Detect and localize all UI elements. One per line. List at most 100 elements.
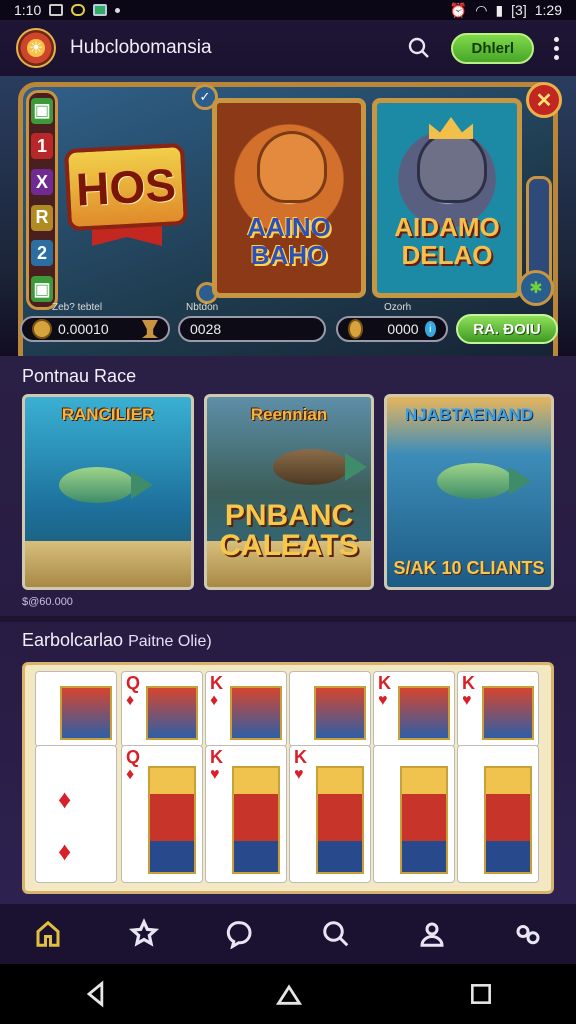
more-notifications-icon	[115, 7, 121, 13]
balance-label-two: Nbtdon	[186, 302, 219, 313]
jackpot-footnote: $@60.000	[22, 596, 73, 608]
message-notification-icon	[93, 4, 108, 16]
image-notification-icon	[49, 4, 64, 16]
info-icon[interactable]: i	[424, 321, 436, 337]
user-icon	[420, 922, 444, 947]
balance-label-one: Zeb? tebtel	[52, 302, 103, 313]
card-rank: A	[40, 747, 53, 767]
section-two-heading: Earbolcarlao	[22, 630, 124, 650]
home-system-icon[interactable]	[275, 980, 303, 1008]
fox-card-title: AAINO BAHO	[247, 212, 331, 270]
strip-gem-icon: ▣	[31, 97, 53, 124]
tile-2-title: Reennian	[250, 405, 328, 424]
recents-icon[interactable]	[468, 981, 494, 1007]
playing-card[interactable]: K ♠	[457, 745, 539, 883]
game-tile-2[interactable]: Reennian PNBANC CALEATS	[204, 394, 374, 590]
game-tile-1[interactable]: RANCILIER	[22, 394, 194, 590]
playing-card[interactable]: Q ♦	[121, 671, 203, 747]
balance-label-three: Ozorh	[384, 302, 412, 313]
section-two-title: Earbolcarlao Paitne Olie)	[22, 630, 212, 651]
main-content: Pontnau Race RANCILIER Reennian PNBANC C…	[0, 356, 576, 904]
status-bar: 1:10 ⏰ ◠ ▮ [3] 1:29	[0, 0, 576, 20]
fish-icon	[437, 463, 531, 499]
search-button[interactable]	[403, 32, 435, 64]
fox-game-card[interactable]: AAINO BAHO	[212, 98, 366, 298]
balance-value-two: 0028	[190, 321, 222, 337]
home-icon	[36, 920, 60, 947]
card-art	[232, 766, 280, 874]
playing-cards-panel[interactable]: A ♠ Q ♦ K ♦ 6 ♠ K ♥ K ♥ A ♠ ♦ ♣♠ ♦ Q ♦ K…	[22, 662, 554, 894]
fish-icon	[273, 449, 367, 485]
nav-link[interactable]	[504, 910, 552, 958]
strip-item-3: R	[31, 204, 53, 231]
hero-banner[interactable]: ▣ 1 X R 2 ▣ HOS ✓ AAINO BAHO AIDAMO DELA…	[0, 76, 576, 356]
wolf-character-icon	[417, 131, 487, 203]
nav-home[interactable]	[24, 910, 72, 958]
playing-card[interactable]: K ♥	[373, 671, 455, 747]
section-two-subtitle: Paitne Olie)	[128, 633, 212, 650]
playing-card[interactable]: K ♥	[457, 671, 539, 747]
nav-favorites[interactable]	[120, 910, 168, 958]
balance-value-three: 0000	[387, 321, 419, 337]
link-icon	[516, 925, 540, 945]
app-notification-icon	[71, 4, 86, 16]
balance-field-two: 0028	[178, 316, 326, 342]
fish-icon	[59, 467, 153, 503]
playing-card[interactable]: A ♠	[373, 745, 455, 883]
search-icon	[323, 921, 349, 947]
playing-card[interactable]: K ♥	[205, 745, 287, 883]
coin-icon	[32, 319, 52, 339]
card-art	[482, 686, 534, 740]
section-one-title: Pontnau Race	[22, 366, 137, 386]
status-time-right: 1:29	[534, 2, 562, 18]
hero-stats: Zeb? tebtel Nbtdon Ozorh 0.00010 0028 00…	[0, 300, 576, 352]
wolf-card-title: AIDAMO DELAO	[394, 212, 500, 270]
battery-icon: [3]	[511, 2, 527, 18]
card-art	[146, 686, 198, 740]
card-rank: K	[462, 747, 475, 767]
strip-item-1: 1	[31, 133, 53, 160]
balance-value-one: 0.00010	[58, 321, 109, 337]
star-badge-icon	[128, 918, 160, 947]
header-action-button[interactable]: Dhlerl	[451, 32, 534, 64]
playing-card[interactable]: K ♥	[289, 745, 371, 883]
card-rank: K	[294, 747, 307, 767]
tile-3-title: NJABTAENAND	[404, 405, 534, 424]
section-divider	[0, 616, 576, 622]
wifi-icon: ◠	[475, 1, 488, 18]
close-icon[interactable]: ✕	[526, 82, 562, 118]
strip-item-4: 2	[31, 240, 53, 267]
goblet-icon	[142, 320, 158, 338]
seabed	[25, 541, 191, 587]
game-tile-3[interactable]: NJABTAENAND S/AK 10 CLIANTS	[384, 394, 554, 590]
more-vert-icon[interactable]	[552, 36, 560, 60]
wolf-game-card[interactable]: AIDAMO DELAO	[372, 98, 522, 298]
tile-1-title: RANCILIER	[61, 405, 155, 424]
nav-search[interactable]	[312, 910, 360, 958]
banner-word: HOS	[63, 142, 189, 232]
nav-profile[interactable]	[408, 910, 456, 958]
strip-item-2: X	[31, 169, 53, 196]
playing-card[interactable]: A ♠ ♦ ♣♠ ♦	[35, 745, 117, 883]
playing-card[interactable]: 6 ♠	[289, 671, 371, 747]
sun-emblem-icon[interactable]: ☀	[16, 28, 56, 68]
card-art	[316, 766, 364, 874]
playing-card[interactable]: A ♠	[35, 671, 117, 747]
playing-card[interactable]: K ♦	[205, 671, 287, 747]
card-art	[484, 766, 532, 874]
bottom-nav	[0, 904, 576, 970]
fox-character-icon	[257, 131, 327, 203]
card-rank: Q	[126, 747, 141, 767]
nav-chat[interactable]	[216, 910, 264, 958]
back-icon[interactable]	[82, 980, 110, 1008]
playing-card[interactable]: Q ♦	[121, 745, 203, 883]
balance-field-three: 0000 i	[336, 316, 448, 342]
card-art	[148, 766, 196, 874]
tile-2-big-text: PNBANC CALEATS	[219, 499, 359, 562]
balance-field-one: 0.00010	[20, 316, 170, 342]
side-strip: ▣ 1 X R 2 ▣	[26, 90, 58, 310]
play-button[interactable]: RA. ĐOIU	[456, 314, 558, 344]
card-art	[400, 766, 448, 874]
card-pips: ♦ ♣♠ ♦	[58, 784, 85, 866]
card-rank: K	[210, 747, 223, 767]
